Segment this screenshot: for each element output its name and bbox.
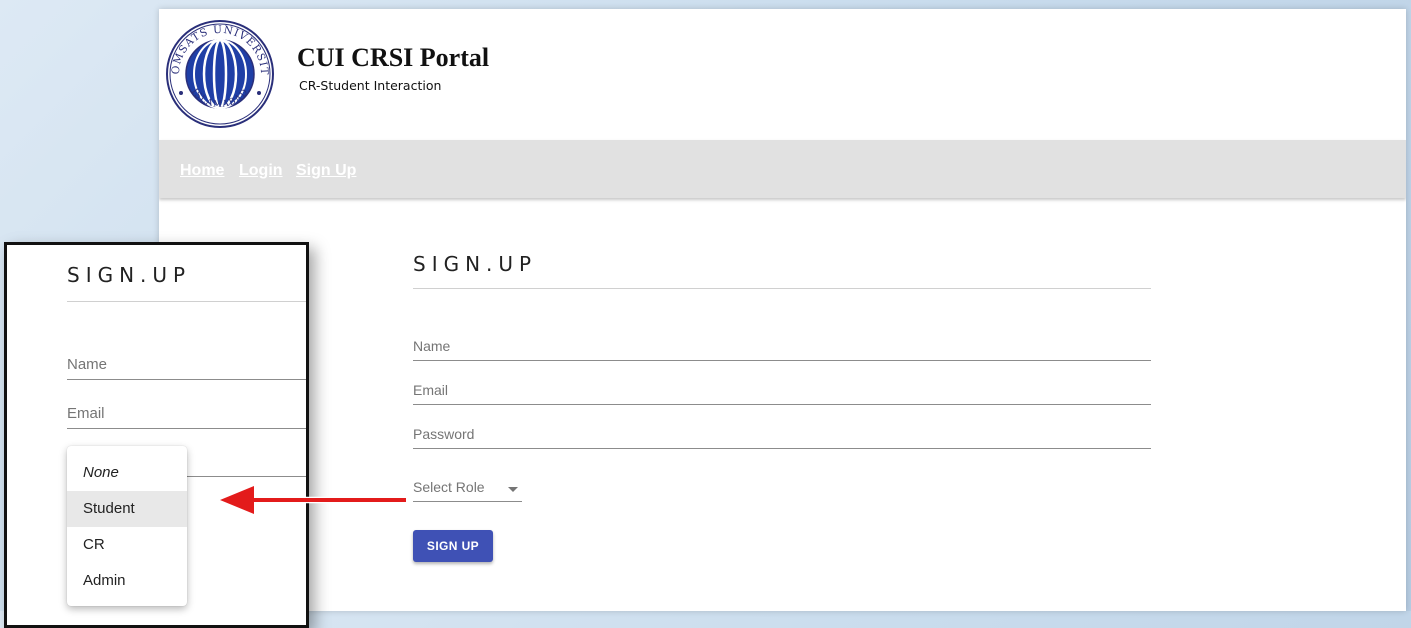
nav-link-home[interactable]: Home (180, 162, 224, 180)
caret-down-icon (508, 487, 518, 492)
role-select[interactable]: Select Role (413, 475, 522, 502)
university-logo: COMSATS UNIVERSITY ISLAMABAD (165, 19, 274, 128)
nav-link-login[interactable]: Login (239, 162, 283, 180)
name-field-label: Name (413, 338, 451, 354)
role-option-none[interactable]: None (67, 455, 187, 491)
role-dropdown-menu: None Student CR Admin (67, 446, 187, 606)
password-field[interactable]: Password (413, 420, 1151, 449)
signup-button[interactable]: SIGN UP (413, 530, 493, 562)
inset-form-title: SIGN.UP (67, 263, 192, 287)
inset-title-divider (67, 301, 306, 302)
red-arrow-icon (218, 484, 408, 516)
inset-email-field[interactable]: Email (67, 400, 306, 429)
site-subtitle: CR-Student Interaction (299, 78, 442, 93)
signup-form-title: SIGN.UP (413, 252, 538, 276)
site-title: CUI CRSI Portal (297, 43, 490, 72)
name-field[interactable]: Name (413, 332, 1151, 361)
inset-name-field[interactable]: Name (67, 351, 306, 380)
title-divider (413, 288, 1151, 289)
email-field-label: Email (413, 382, 449, 398)
email-field[interactable]: Email (413, 376, 1151, 405)
inset-email-label: Email (67, 405, 105, 422)
inset-name-label: Name (67, 356, 108, 373)
nav-bar: Home Login Sign Up (159, 140, 1406, 198)
site-header: COMSATS UNIVERSITY ISLAMABAD CUI CRSI Po… (159, 9, 1406, 140)
role-option-cr[interactable]: CR (67, 527, 187, 563)
role-select-label: Select Role (413, 479, 485, 495)
role-option-admin[interactable]: Admin (67, 563, 187, 599)
role-option-student[interactable]: Student (67, 491, 187, 527)
nav-link-signup[interactable]: Sign Up (296, 162, 356, 180)
zoom-inset: SIGN.UP Name Email None Student CR Admin (4, 242, 309, 628)
password-field-label: Password (413, 426, 475, 442)
